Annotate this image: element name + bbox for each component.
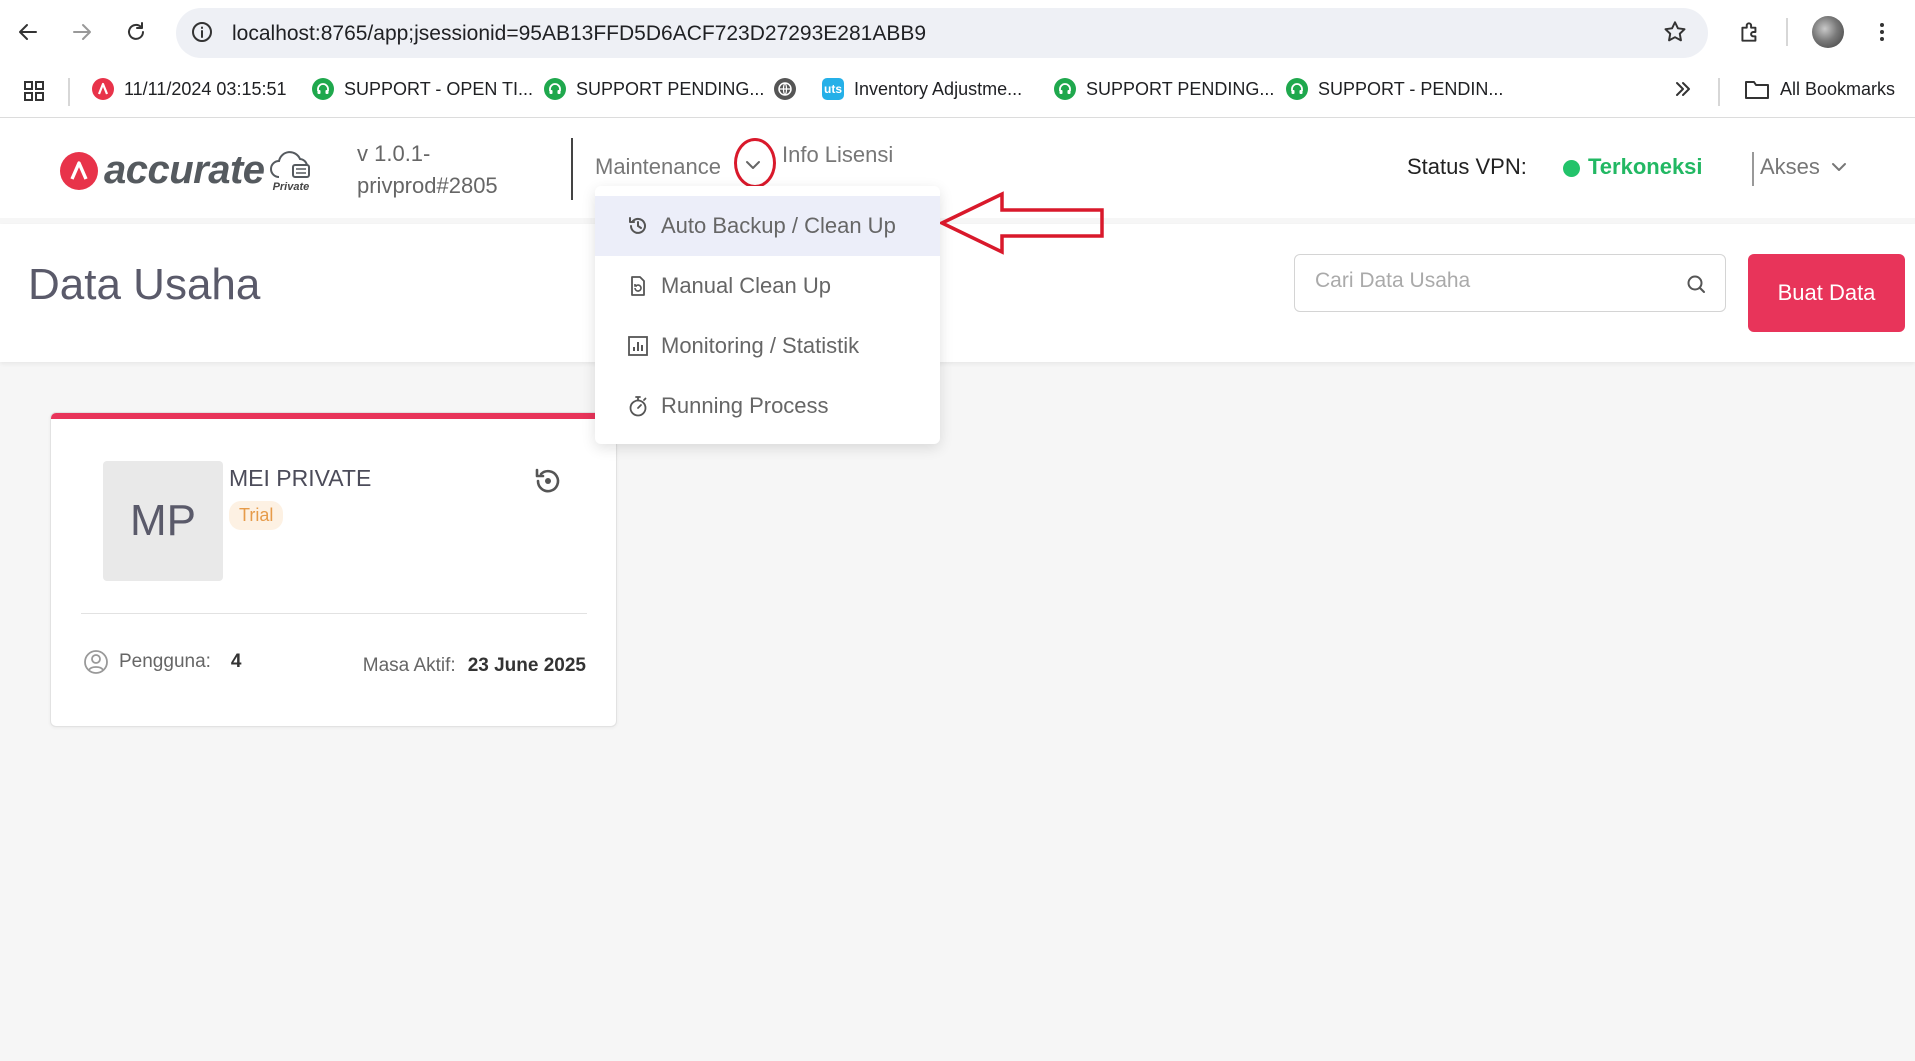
bookmark-item[interactable]: SUPPORT PENDING... <box>1054 78 1274 100</box>
header-divider <box>571 138 573 200</box>
status-badge: Trial <box>229 501 284 530</box>
puzzle-icon <box>1741 22 1757 42</box>
bookmarks-bar: 11/11/2024 03:15:51 SUPPORT - OPEN TI...… <box>0 66 1915 118</box>
bookmark-label: SUPPORT PENDING... <box>1086 78 1275 99</box>
menu-item-manual-clean-up[interactable]: Manual Clean Up <box>595 256 940 316</box>
card-accent-bar <box>51 413 616 419</box>
back-button[interactable] <box>10 14 46 50</box>
business-card[interactable]: MP MEI PRIVATE Trial Pengguna: 4 Masa Ak… <box>50 412 617 727</box>
bookmark-label: SUPPORT - PENDIN... <box>1318 78 1504 99</box>
site-info-icon[interactable] <box>190 20 214 49</box>
create-data-button[interactable]: Buat Data <box>1748 254 1905 332</box>
active-label: Masa Aktif: <box>362 655 456 676</box>
folder-icon <box>1745 81 1769 99</box>
extensions-button[interactable] <box>1732 14 1768 50</box>
bookmark-item[interactable]: SUPPORT - PENDIN... <box>1286 78 1503 100</box>
bookmark-divider <box>1718 78 1720 106</box>
browser-toolbar: localhost:8765/app;jsessionid=95AB13FFD5… <box>0 0 1915 66</box>
menu-item-label: Monitoring / Statistik <box>661 333 860 358</box>
menu-maintenance[interactable]: Maintenance <box>595 154 721 180</box>
accurate-logo[interactable]: accurate Private <box>60 148 315 193</box>
uts-icon: uts <box>822 78 844 100</box>
chevron-down-icon <box>1831 163 1846 171</box>
header-divider <box>1752 152 1754 186</box>
search-input[interactable] <box>1315 269 1675 293</box>
logo-subtext: Private <box>272 180 310 193</box>
bookmark-item[interactable]: uts Inventory Adjustme... <box>822 78 1022 100</box>
menu-item-label: Auto Backup / Clean Up <box>661 213 896 238</box>
browser-menu-button[interactable] <box>1864 14 1900 50</box>
address-bar[interactable]: localhost:8765/app;jsessionid=95AB13FFD5… <box>176 8 1708 58</box>
page-title: Data Usaha <box>28 260 261 309</box>
user-circle-icon <box>84 650 108 674</box>
vpn-status-label: Status VPN: <box>1407 154 1527 179</box>
apps-grid-button[interactable] <box>22 79 46 103</box>
annotation-arrow <box>937 190 1110 261</box>
bookmark-star-icon[interactable] <box>1662 19 1688 50</box>
search-icon[interactable] <box>1685 273 1707 300</box>
accurate-mark-icon <box>60 151 98 190</box>
users-count: 4 <box>230 651 242 672</box>
reload-button[interactable] <box>118 14 154 50</box>
bookmark-item[interactable]: 11/11/2024 03:15:51 <box>92 78 286 100</box>
chart-icon <box>625 333 651 359</box>
forward-arrow-icon <box>73 24 91 40</box>
bookmark-label: 11/11/2024 03:15:51 <box>124 78 287 99</box>
active-period: Masa Aktif: 23 June 2025 <box>363 655 586 677</box>
maintenance-dropdown: Auto Backup / Clean Up Manual Clean Up M… <box>595 186 940 444</box>
profile-avatar[interactable] <box>1812 16 1844 48</box>
akses-label: Akses <box>1760 154 1820 179</box>
more-bookmarks-button[interactable] <box>1672 78 1694 100</box>
annotation-circle <box>734 138 776 188</box>
double-chevron-right-icon <box>1676 82 1690 96</box>
apps-grid-icon <box>24 81 44 101</box>
business-name[interactable]: MEI PRIVATE <box>229 465 371 492</box>
menu-item-label: Running Process <box>661 393 829 418</box>
bookmark-divider <box>68 78 70 106</box>
bookmark-label: SUPPORT - OPEN TI... <box>344 78 534 99</box>
bookmark-item[interactable]: SUPPORT PENDING... <box>544 78 764 100</box>
all-bookmarks-label: All Bookmarks <box>1780 78 1896 99</box>
globe-icon <box>774 78 796 100</box>
menu-item-monitoring[interactable]: Monitoring / Statistik <box>595 316 940 376</box>
business-initials: MP <box>103 461 223 581</box>
app-version: v 1.0.1-privprod#2805 <box>357 141 498 198</box>
back-arrow-icon <box>19 24 37 40</box>
accurate-icon <box>92 78 114 100</box>
headset-icon <box>544 78 566 100</box>
url-text: localhost:8765/app;jsessionid=95AB13FFD5… <box>232 22 927 45</box>
users-label: Pengguna: <box>119 651 211 672</box>
stopwatch-icon <box>625 393 651 419</box>
all-bookmarks-button[interactable]: All Bookmarks <box>1744 78 1895 100</box>
bookmark-label: Inventory Adjustme... <box>854 78 1023 99</box>
toolbar-divider <box>1786 18 1788 46</box>
headset-icon <box>1286 78 1308 100</box>
reload-icon <box>128 22 144 40</box>
bookmark-item[interactable]: SUPPORT - OPEN TI... <box>312 78 533 100</box>
bookmark-item[interactable] <box>774 78 806 100</box>
vpn-status-dot <box>1563 160 1580 177</box>
vpn-status-value: Terkoneksi <box>1588 154 1703 179</box>
headset-icon <box>312 78 334 100</box>
cloud-icon: Private <box>269 150 315 193</box>
menu-item-label: Manual Clean Up <box>661 273 831 298</box>
active-date: 23 June 2025 <box>467 655 586 676</box>
search-box[interactable] <box>1294 254 1726 312</box>
menu-item-running-process[interactable]: Running Process <box>595 376 940 436</box>
bookmark-label: SUPPORT PENDING... <box>576 78 765 99</box>
user-count: Pengguna: 4 <box>83 649 242 675</box>
headset-icon <box>1054 78 1076 100</box>
document-refresh-icon <box>625 273 651 299</box>
history-icon <box>625 213 651 239</box>
history-icon[interactable] <box>531 465 563 502</box>
logo-text: accurate <box>104 148 265 192</box>
forward-button[interactable] <box>64 14 100 50</box>
card-divider <box>81 613 587 614</box>
kebab-menu-icon <box>1880 23 1884 41</box>
akses-menu[interactable]: Akses <box>1760 154 1850 180</box>
menu-item-auto-backup[interactable]: Auto Backup / Clean Up <box>595 196 940 256</box>
